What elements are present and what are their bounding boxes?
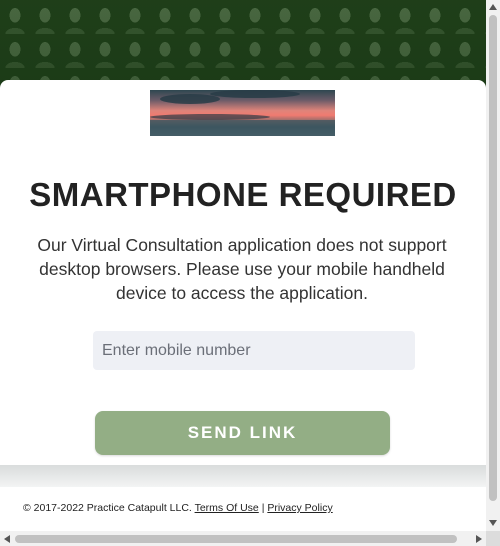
vertical-scrollbar[interactable]	[486, 0, 500, 531]
card-shadow	[0, 465, 486, 487]
copyright-text: © 2017-2022 Practice Catapult LLC.	[23, 502, 192, 514]
info-message: Our Virtual Consultation application doe…	[37, 235, 447, 303]
scroll-down-arrow-icon[interactable]	[489, 520, 497, 526]
send-link-button[interactable]: SEND LINK	[95, 411, 390, 455]
footer: © 2017-2022 Practice Catapult LLC. Terms…	[23, 502, 473, 514]
vertical-scroll-thumb[interactable]	[489, 15, 497, 501]
scrollbar-corner	[486, 531, 500, 546]
horizontal-scroll-thumb[interactable]	[15, 535, 457, 543]
mobile-number-input[interactable]	[93, 331, 415, 370]
scroll-up-arrow-icon[interactable]	[489, 4, 497, 10]
scroll-right-arrow-icon[interactable]	[476, 535, 482, 543]
page-viewport: SMARTPHONE REQUIRED Our Virtual Consulta…	[0, 0, 486, 531]
page-title: SMARTPHONE REQUIRED	[29, 176, 457, 213]
scroll-left-arrow-icon[interactable]	[4, 535, 10, 543]
privacy-policy-link[interactable]: Privacy Policy	[267, 502, 332, 514]
footer-separator: |	[261, 502, 265, 514]
horizontal-scrollbar[interactable]	[0, 531, 486, 546]
banner-logo-image	[150, 90, 335, 136]
terms-of-use-link[interactable]: Terms Of Use	[195, 502, 259, 514]
